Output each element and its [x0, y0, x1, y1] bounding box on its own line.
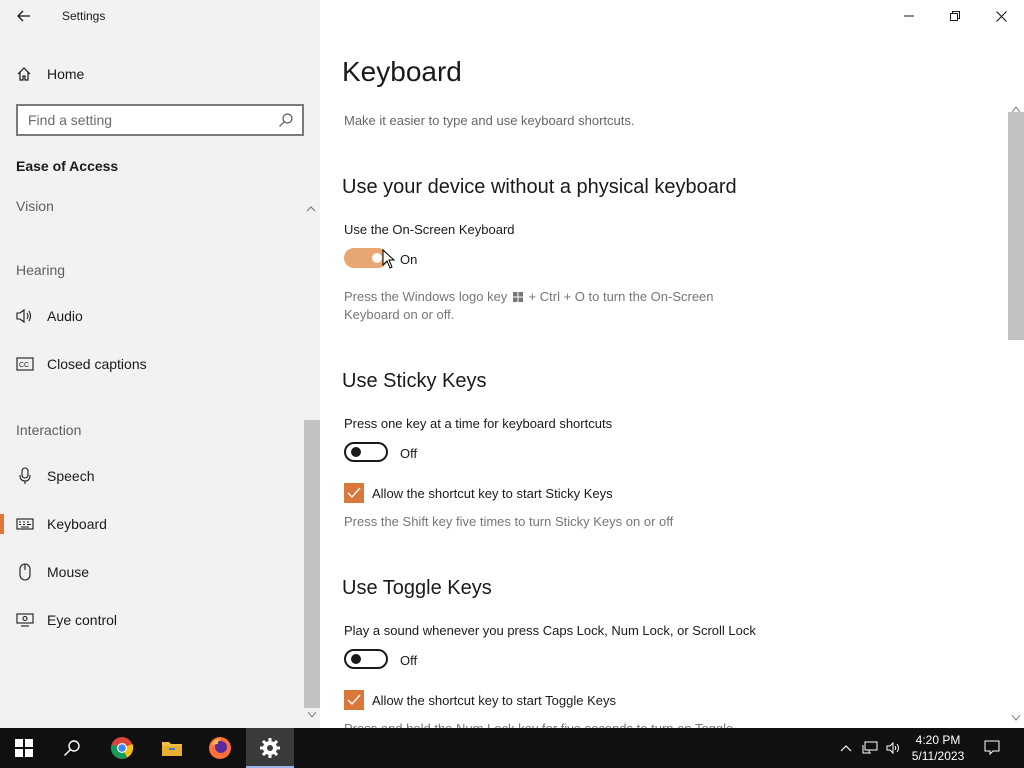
- mouse-pointer-icon: [382, 249, 396, 269]
- clock-time: 4:20 PM: [915, 733, 961, 747]
- sidebar-item-label: Eye control: [47, 612, 118, 628]
- close-button[interactable]: [978, 0, 1024, 32]
- main-scrollbar[interactable]: [1008, 96, 1024, 728]
- mouse-icon: [16, 563, 34, 581]
- toggle-shortcut-checkbox[interactable]: [344, 690, 364, 710]
- home-icon: [16, 66, 32, 82]
- toggle-knob: [351, 654, 361, 664]
- sidebar-item-label: Speech: [47, 468, 95, 484]
- section-heading-toggle: Use Toggle Keys: [342, 577, 492, 599]
- show-hidden-icons-chevron-icon[interactable]: [838, 740, 854, 756]
- scroll-down-icon[interactable]: [307, 710, 317, 718]
- chevron-up-icon[interactable]: [306, 201, 316, 212]
- section-heading-sticky: Use Sticky Keys: [342, 370, 487, 392]
- restore-icon: [950, 11, 960, 21]
- taskbar-search-button[interactable]: [48, 728, 96, 768]
- microphone-icon: [16, 467, 34, 485]
- toggle-knob: [372, 253, 382, 263]
- group-label-hearing: Hearing: [16, 262, 66, 278]
- osk-note: Press the Windows logo key + Ctrl + O to…: [344, 288, 764, 324]
- osk-toggle-state: On: [400, 252, 418, 267]
- checkmark-icon: [347, 694, 361, 706]
- toggle-note: Press and hold the Num Lock key for five…: [344, 720, 944, 728]
- group-label-vision: Vision: [16, 198, 54, 214]
- taskbar-firefox[interactable]: [196, 728, 244, 768]
- firefox-icon: [209, 737, 231, 759]
- taskbar-chrome[interactable]: [98, 728, 146, 768]
- sidebar-item-label: Closed captions: [47, 356, 147, 372]
- network-icon[interactable]: [862, 740, 878, 756]
- group-label-interaction: Interaction: [16, 422, 82, 438]
- close-icon: [995, 10, 1007, 22]
- sidebar-item-label: Keyboard: [47, 516, 107, 532]
- search-icon[interactable]: [278, 112, 294, 128]
- toggle-keys-toggle-state: Off: [400, 653, 418, 668]
- sidebar-item-speech[interactable]: Speech: [0, 456, 300, 496]
- back-arrow-icon: [17, 10, 30, 22]
- sidebar-item-label: Mouse: [47, 564, 90, 580]
- minimize-icon: [904, 15, 914, 17]
- search-icon: [64, 740, 80, 756]
- osk-note-prefix: Press the Windows logo key: [344, 289, 508, 304]
- windows-logo-icon: [15, 739, 33, 757]
- sticky-shortcut-checkbox[interactable]: [344, 483, 364, 503]
- sidebar-item-audio[interactable]: Audio: [0, 296, 300, 336]
- svg-text:CC: CC: [19, 362, 29, 369]
- gear-icon: [260, 738, 280, 758]
- search-box: [16, 104, 304, 136]
- taskbar: 4:20 PM 5/11/2023: [0, 728, 1024, 768]
- search-input[interactable]: [18, 106, 268, 134]
- keyboard-icon: [16, 515, 34, 533]
- app-title: Settings: [62, 9, 106, 23]
- sidebar-item-eye-control[interactable]: Eye control: [0, 600, 300, 640]
- clock-date: 5/11/2023: [911, 749, 965, 763]
- sticky-shortcut-row[interactable]: Allow the shortcut key to start Sticky K…: [344, 483, 613, 503]
- toggle-shortcut-label: Allow the shortcut key to start Toggle K…: [372, 692, 616, 708]
- notifications-icon[interactable]: [984, 740, 1000, 756]
- toggle-knob: [351, 447, 361, 457]
- sticky-label: Press one key at a time for keyboard sho…: [344, 416, 613, 431]
- sticky-note: Press the Shift key five times to turn S…: [344, 514, 674, 529]
- scroll-down-icon[interactable]: [1011, 708, 1021, 726]
- toggle-shortcut-row[interactable]: Allow the shortcut key to start Toggle K…: [344, 690, 616, 710]
- osk-label: Use the On-Screen Keyboard: [344, 222, 515, 237]
- clock[interactable]: 4:20 PM 5/11/2023: [906, 732, 970, 764]
- closed-captions-icon: CC: [16, 355, 34, 373]
- back-button[interactable]: [8, 0, 40, 32]
- page-title: Keyboard: [342, 56, 462, 87]
- sidebar-item-closed-captions[interactable]: CC Closed captions: [0, 344, 300, 384]
- sidebar-scrollbar[interactable]: [304, 420, 320, 718]
- sidebar-item-label: Audio: [47, 308, 83, 324]
- scrollbar-thumb[interactable]: [1008, 112, 1024, 340]
- chrome-icon: [111, 737, 134, 759]
- windows-logo-icon: [512, 292, 523, 302]
- sidebar-item-home[interactable]: Home: [16, 60, 84, 88]
- page-description: Make it easier to type and use keyboard …: [344, 113, 635, 128]
- checkmark-icon: [347, 487, 361, 499]
- sticky-shortcut-label: Allow the shortcut key to start Sticky K…: [372, 485, 613, 501]
- scrollbar-thumb[interactable]: [304, 420, 320, 708]
- volume-icon[interactable]: [886, 740, 902, 756]
- toggle-keys-toggle[interactable]: [344, 649, 388, 669]
- sticky-toggle-state: Off: [400, 446, 418, 461]
- start-button[interactable]: [0, 728, 48, 768]
- sidebar-item-mouse[interactable]: Mouse: [0, 552, 300, 592]
- sidebar-item-keyboard[interactable]: Keyboard: [0, 504, 300, 544]
- sticky-toggle[interactable]: [344, 442, 388, 462]
- section-heading-osk: Use your device without a physical keybo…: [342, 176, 737, 198]
- sidebar-item-label: Home: [47, 66, 85, 82]
- taskbar-file-explorer[interactable]: [148, 728, 196, 768]
- folder-icon: [162, 742, 182, 756]
- section-title: Ease of Access: [16, 158, 119, 174]
- speaker-icon: [16, 307, 34, 325]
- restore-button[interactable]: [932, 0, 978, 32]
- taskbar-settings[interactable]: [246, 728, 294, 768]
- active-indicator: [0, 514, 4, 534]
- sidebar: Settings Home Ease of Access Vision Hear…: [0, 0, 320, 728]
- toggle-keys-label: Play a sound whenever you press Caps Loc…: [344, 623, 756, 638]
- minimize-button[interactable]: [886, 0, 932, 32]
- main-content: Keyboard Make it easier to type and use …: [320, 0, 1024, 728]
- eye-control-icon: [16, 611, 34, 629]
- settings-window: Settings Home Ease of Access Vision Hear…: [0, 0, 1024, 728]
